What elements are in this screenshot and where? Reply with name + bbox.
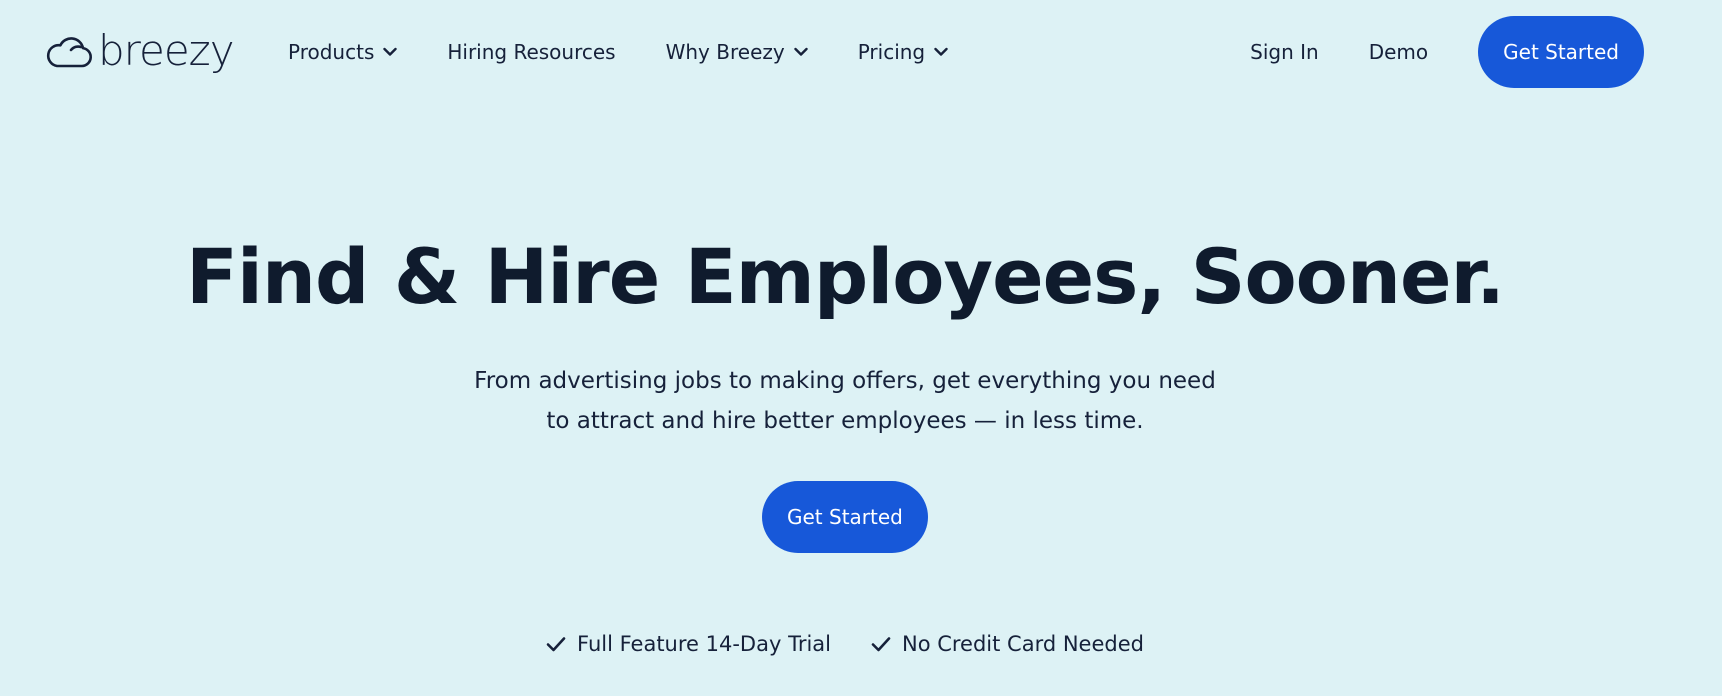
nav-item-label: Why Breezy bbox=[665, 40, 785, 64]
logo-wordmark: breezy bbox=[98, 26, 235, 75]
check-icon bbox=[871, 637, 891, 652]
nav-item-products[interactable]: Products bbox=[288, 40, 398, 64]
sign-in-link[interactable]: Sign In bbox=[1250, 40, 1319, 64]
header-get-started-button[interactable]: Get Started bbox=[1478, 16, 1644, 88]
main-menu: Products Hiring Resources Why Breezy Pri… bbox=[288, 34, 998, 70]
hero-subtitle: From advertising jobs to making offers, … bbox=[0, 361, 1690, 441]
hero-cta-wrap: Get Started bbox=[762, 481, 928, 553]
nav-item-pricing[interactable]: Pricing bbox=[858, 40, 948, 64]
nav-actions: Sign In Demo Get Started bbox=[1250, 16, 1644, 88]
check-icon bbox=[546, 637, 566, 652]
chevron-down-icon bbox=[934, 47, 948, 56]
perk-item: No Credit Card Needed bbox=[871, 632, 1144, 656]
perks-list: Full Feature 14-Day Trial No Credit Card… bbox=[0, 632, 1690, 656]
hero-title: Find & Hire Employees, Sooner. bbox=[185, 232, 1505, 321]
nav-item-label: Products bbox=[288, 40, 375, 64]
breezy-logo[interactable]: breezy bbox=[44, 26, 235, 75]
nav-item-hiring-resources[interactable]: Hiring Resources bbox=[447, 40, 615, 64]
chevron-down-icon bbox=[794, 47, 808, 56]
hero-subtitle-line: From advertising jobs to making offers, … bbox=[474, 368, 1216, 394]
top-navigation: breezy Products Hiring Resources Why Bre… bbox=[0, 0, 1722, 104]
hero-get-started-button[interactable]: Get Started bbox=[762, 481, 928, 553]
perk-item: Full Feature 14-Day Trial bbox=[546, 632, 831, 656]
chevron-down-icon bbox=[383, 47, 398, 56]
cloud-icon bbox=[46, 37, 92, 68]
nav-item-label: Pricing bbox=[857, 40, 926, 64]
demo-link[interactable]: Demo bbox=[1369, 40, 1428, 64]
nav-item-label: Hiring Resources bbox=[447, 40, 616, 64]
perk-label: Full Feature 14-Day Trial bbox=[577, 632, 831, 656]
perk-label: No Credit Card Needed bbox=[901, 632, 1144, 656]
nav-item-why-breezy[interactable]: Why Breezy bbox=[666, 40, 808, 64]
hero-subtitle-line: to attract and hire better employees — i… bbox=[546, 408, 1144, 434]
